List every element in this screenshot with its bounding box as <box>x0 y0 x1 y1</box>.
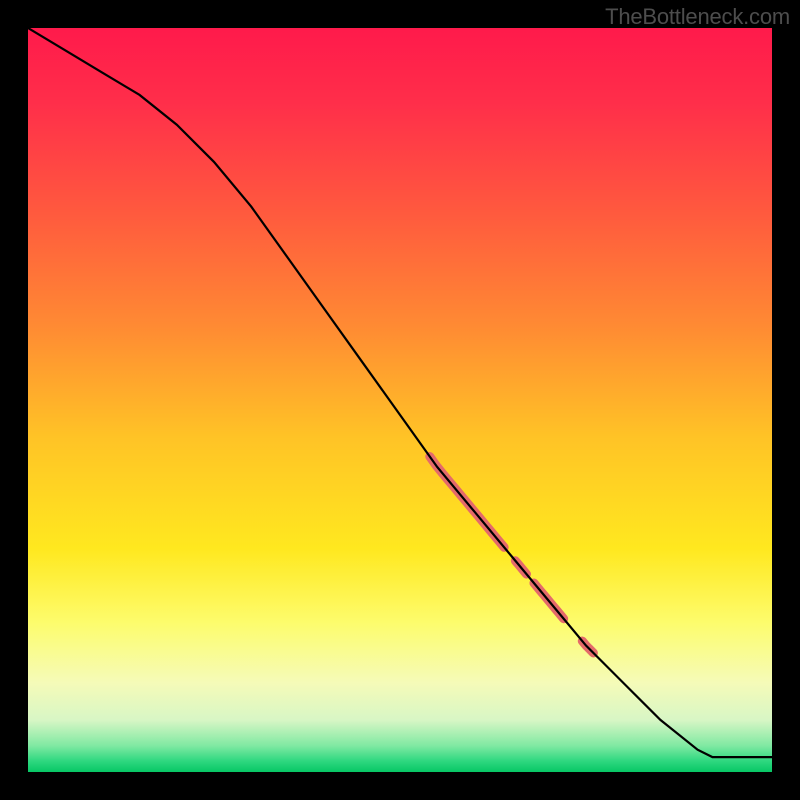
watermark-label: TheBottleneck.com <box>605 4 790 30</box>
gradient-background <box>28 28 772 772</box>
plot-svg <box>28 28 772 772</box>
chart-stage: TheBottleneck.com <box>0 0 800 800</box>
